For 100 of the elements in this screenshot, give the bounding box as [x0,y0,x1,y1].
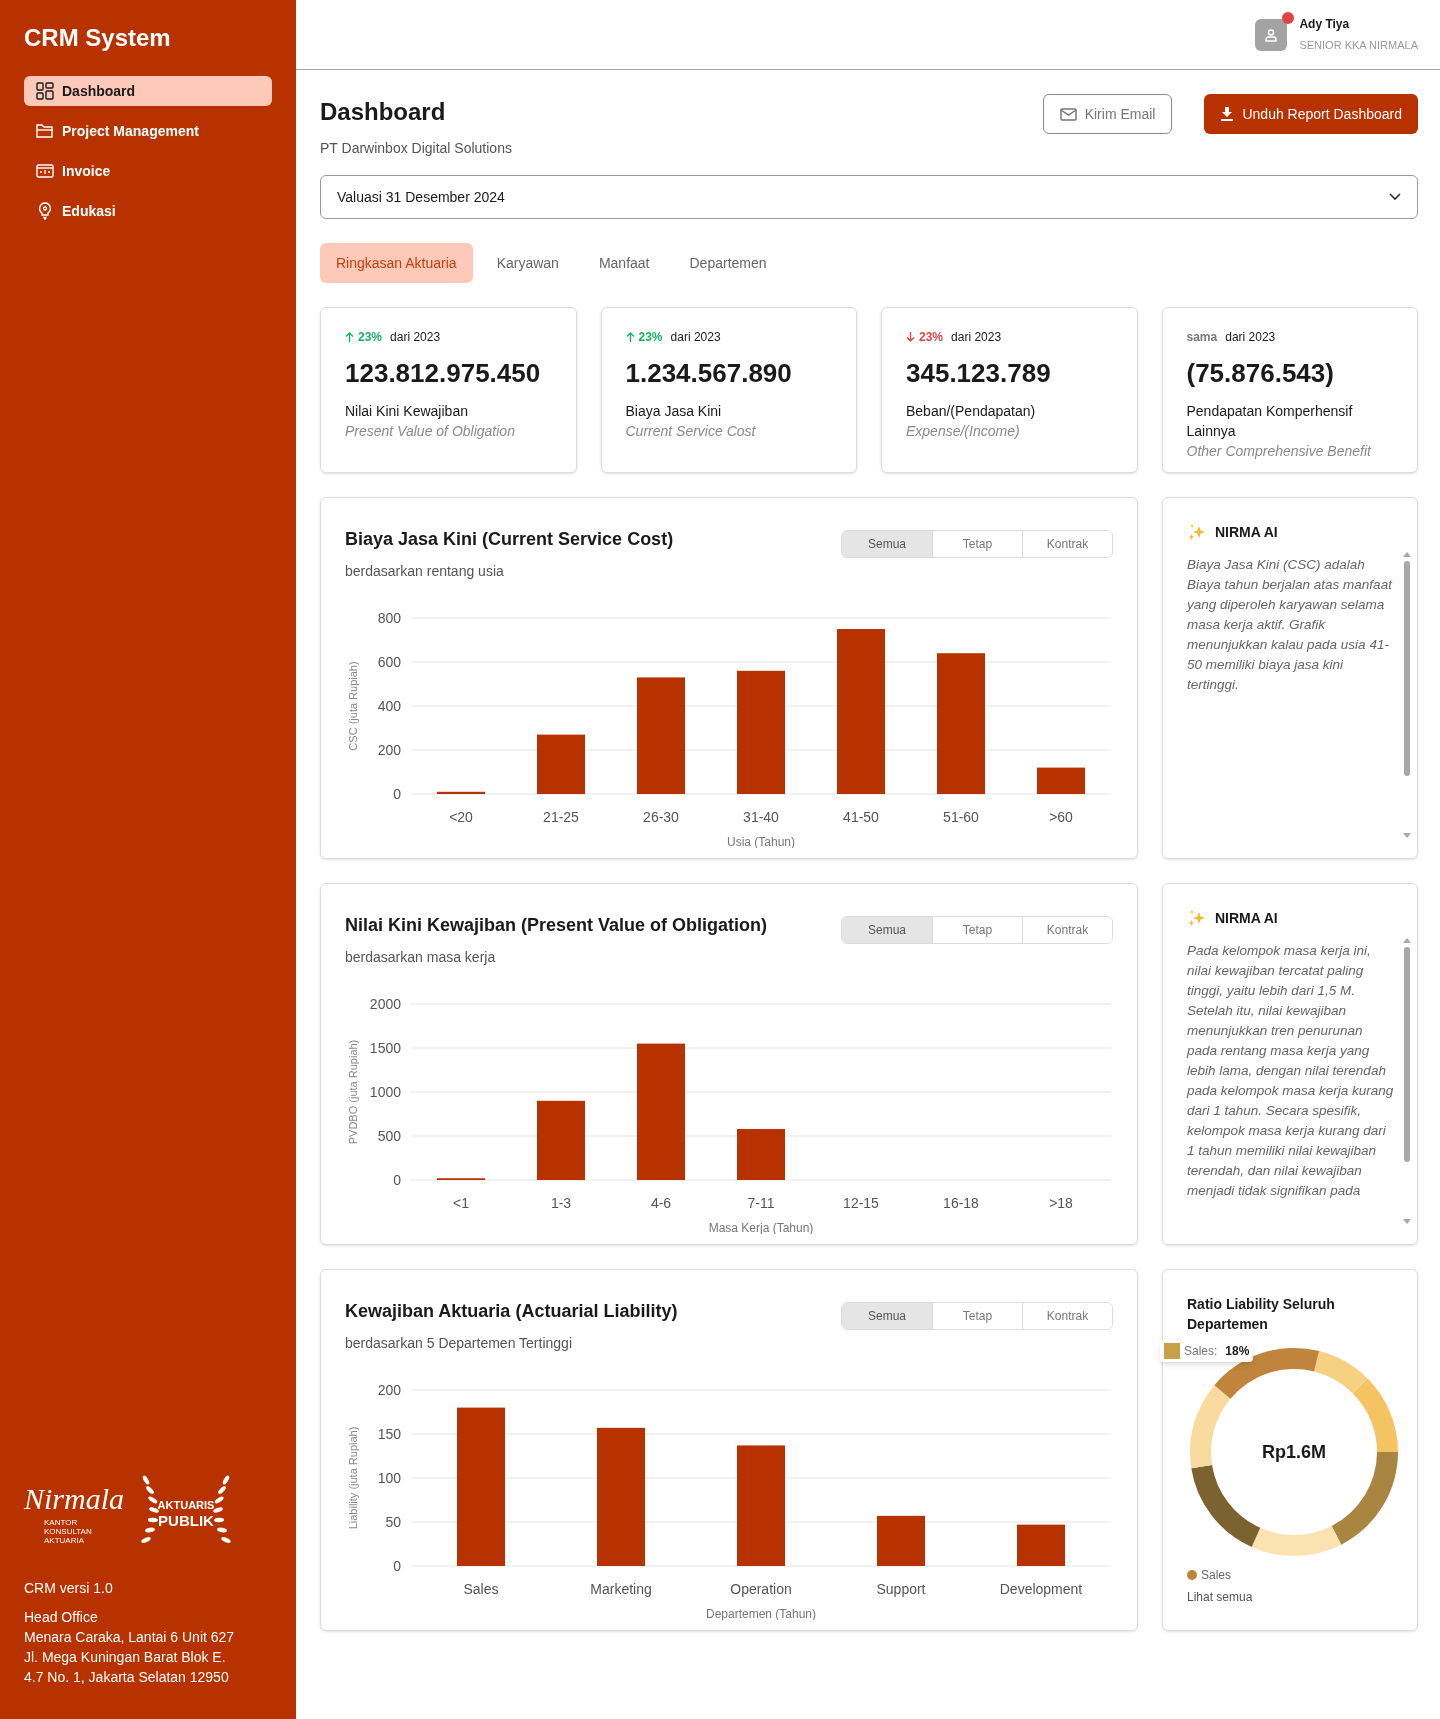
filter-tab[interactable]: Kontrak [1022,917,1112,943]
axis-tick-label: 51-60 [943,809,979,825]
axis-title: Liability (juta Rupiah) [347,1426,359,1530]
change-value: sama [1186,329,1218,346]
axis-tick-label: 1500 [369,1040,401,1056]
axis-tick-label: 16-18 [943,1195,979,1211]
change-period: dari 2023 [390,329,441,346]
nav-item[interactable]: Edukasi [24,196,272,226]
panel-title: NIRMA AI [1215,523,1278,542]
nav-item[interactable]: Project Management [24,116,272,146]
axis-tick-label: 21-25 [543,809,579,825]
page-title: Dashboard [320,97,447,127]
stat-value: 1.234.567.890 [625,357,793,390]
axis-tick-label: Development [999,1581,1083,1597]
stat-label: Biaya Jasa Kini [625,402,723,421]
filter-tab[interactable]: Semua [842,917,932,943]
nav-item[interactable]: Dashboard [24,76,272,106]
axis-title: Masa Kerja (Tahun) [708,1221,814,1234]
axis-tick-label: 0 [393,1172,401,1188]
user-icon [1264,27,1279,42]
axis-title: CSC (juta Rupiah) [347,661,359,751]
grid-icon [36,82,54,100]
axis-tick-label: 7-11 [747,1195,775,1211]
axis-tick-label: 1000 [369,1084,401,1100]
axis-tick-label: 4-6 [650,1195,672,1211]
nirmala-logo: Nirmala KANTOR KONSULTAN AKTUARIA [24,1483,125,1545]
email-button[interactable]: Kirim Email [1042,94,1173,134]
filter-tab[interactable]: Semua [842,531,932,557]
axis-tick-label: Support [876,1581,926,1597]
scrollbar[interactable] [1403,552,1411,838]
change-period: dari 2023 [951,329,1002,346]
axis-tick-label: 200 [377,1382,401,1398]
axis-tick-label: 12-15 [843,1195,879,1211]
badge-text: PUBLIK [158,1513,214,1528]
address-line: Menara Caraka, Lantai 6 Unit 627 [24,1628,236,1647]
chart-subtitle: berdasarkan 5 Departemen Tertinggi [345,1334,573,1353]
user-role: SENIOR KKA NIRMALA [1299,38,1418,54]
version-text: CRM versi 1.0 [24,1579,114,1598]
change-value: 23% [358,329,383,346]
tooltip-label: Sales: [1184,1343,1218,1360]
address-line: Jl. Mega Kuningan Barat Blok E. [24,1648,227,1667]
scrollbar[interactable] [1403,938,1411,1224]
axis-tick-label: 41-50 [843,809,879,825]
view-all-link[interactable]: Lihat semua [1187,1588,1253,1606]
tab[interactable]: Manfaat [582,243,666,283]
download-icon [1220,107,1235,121]
stat-label: Pendapatan Komperhensif Lainnya [1186,402,1354,441]
user-name: Ady Tiya [1299,16,1351,34]
stat-sublabel: Other Comprehensive Benefit [1186,442,1373,461]
chart-title: Kewajiban Aktuaria (Actuarial Liability) [345,1300,678,1323]
axis-tick-label: >18 [1049,1195,1073,1211]
chart-subtitle: berdasarkan rentang usia [345,562,505,581]
axis-tick-label: 26-30 [643,809,679,825]
panel-title: NIRMA AI [1215,909,1278,928]
axis-tick-label: Marketing [590,1581,652,1597]
invoice-icon [36,162,54,180]
donut-total: Rp1.6M [1262,1440,1326,1464]
panel-title: Ratio Liability Seluruh Departemen [1186,1295,1336,1334]
axis-tick-label: Operation [730,1581,792,1597]
stat-label: Beban/(Pendapatan) [906,402,1037,421]
axis-tick-label: 2000 [369,996,401,1012]
axis-tick-label: <1 [453,1195,469,1211]
axis-tick-label: 100 [377,1470,401,1486]
download-button[interactable]: Unduh Report Dashboard [1204,94,1418,134]
axis-tick-label: 800 [377,610,401,626]
axis-tick-label: 400 [377,698,401,714]
insight-text: Biaya Jasa Kini (CSC) adalah Biaya tahun berjalan atas manfaat yang diperoleh karyawan selama masa kerja aktif. Grafik menunjukkan kalau pada usia 41-50 memiliki biaya jasa kini tertinggi. [1187,556,1394,694]
axis-title: PVDBO (juta Rupiah) [347,1039,359,1145]
filter-tab[interactable]: Semua [842,1303,932,1329]
axis-tick-label: 600 [377,654,401,670]
change-value: 23% [638,329,663,346]
valuation-dropdown[interactable]: Valuasi 31 Desember 2024 [320,175,1418,219]
legend-swatch [1164,1343,1180,1359]
nav-item[interactable]: Invoice [24,156,272,186]
stat-value: 123.812.975.450 [345,357,542,390]
mail-icon [1059,107,1077,121]
stat-label: Nilai Kini Kewajiban [345,402,469,421]
office-title: Head Office [24,1608,99,1627]
tab[interactable]: Karyawan [480,243,575,283]
insight-text: Pada kelompok masa kerja ini, nilai kewajiban tercatat paling tinggi, yaitu lebih dari 1,5 M. Setelah itu, nilai kewajiban menunjukkan tren penurunan pada rentang masa kerja yang lebih lama, dengan nilai terendah pada kelompok masa kerja kurang dari 1 tahun. Secara spesifik, kelompok masa kerja kurang dari 1 tahun memiliki nilai kewajiban terendah, dan nilai kewajiban menjadi tidak signifikan pada [1187,942,1395,1200]
tooltip-value: 18% [1225,1343,1250,1360]
change-period: dari 2023 [670,329,721,346]
axis-title: Usia (Tahun) [727,835,795,848]
stat-sublabel: Current Service Cost [625,422,757,441]
filter-tab[interactable]: Kontrak [1022,531,1112,557]
tab[interactable]: Ringkasan Aktuaria [320,243,473,283]
chart-title: Nilai Kini Kewajiban (Present Value of Obligation) [345,914,768,937]
axis-tick-label: 500 [377,1128,401,1144]
axis-tick-label: 50 [385,1514,401,1530]
tab[interactable]: Departemen [673,243,783,283]
folder-icon [36,122,54,140]
change-value: 23% [919,329,944,346]
stat-sublabel: Present Value of Obligation [345,422,516,441]
axis-tick-label: 0 [393,1558,401,1574]
chart-title: Biaya Jasa Kini (Current Service Cost) [345,528,674,551]
stat-value: (75.876.543) [1186,357,1335,390]
sparkle-icon [1187,523,1207,542]
filter-tab[interactable]: Kontrak [1022,1303,1112,1329]
axis-tick-label: 1-3 [550,1195,572,1211]
axis-tick-label: 200 [377,742,401,758]
